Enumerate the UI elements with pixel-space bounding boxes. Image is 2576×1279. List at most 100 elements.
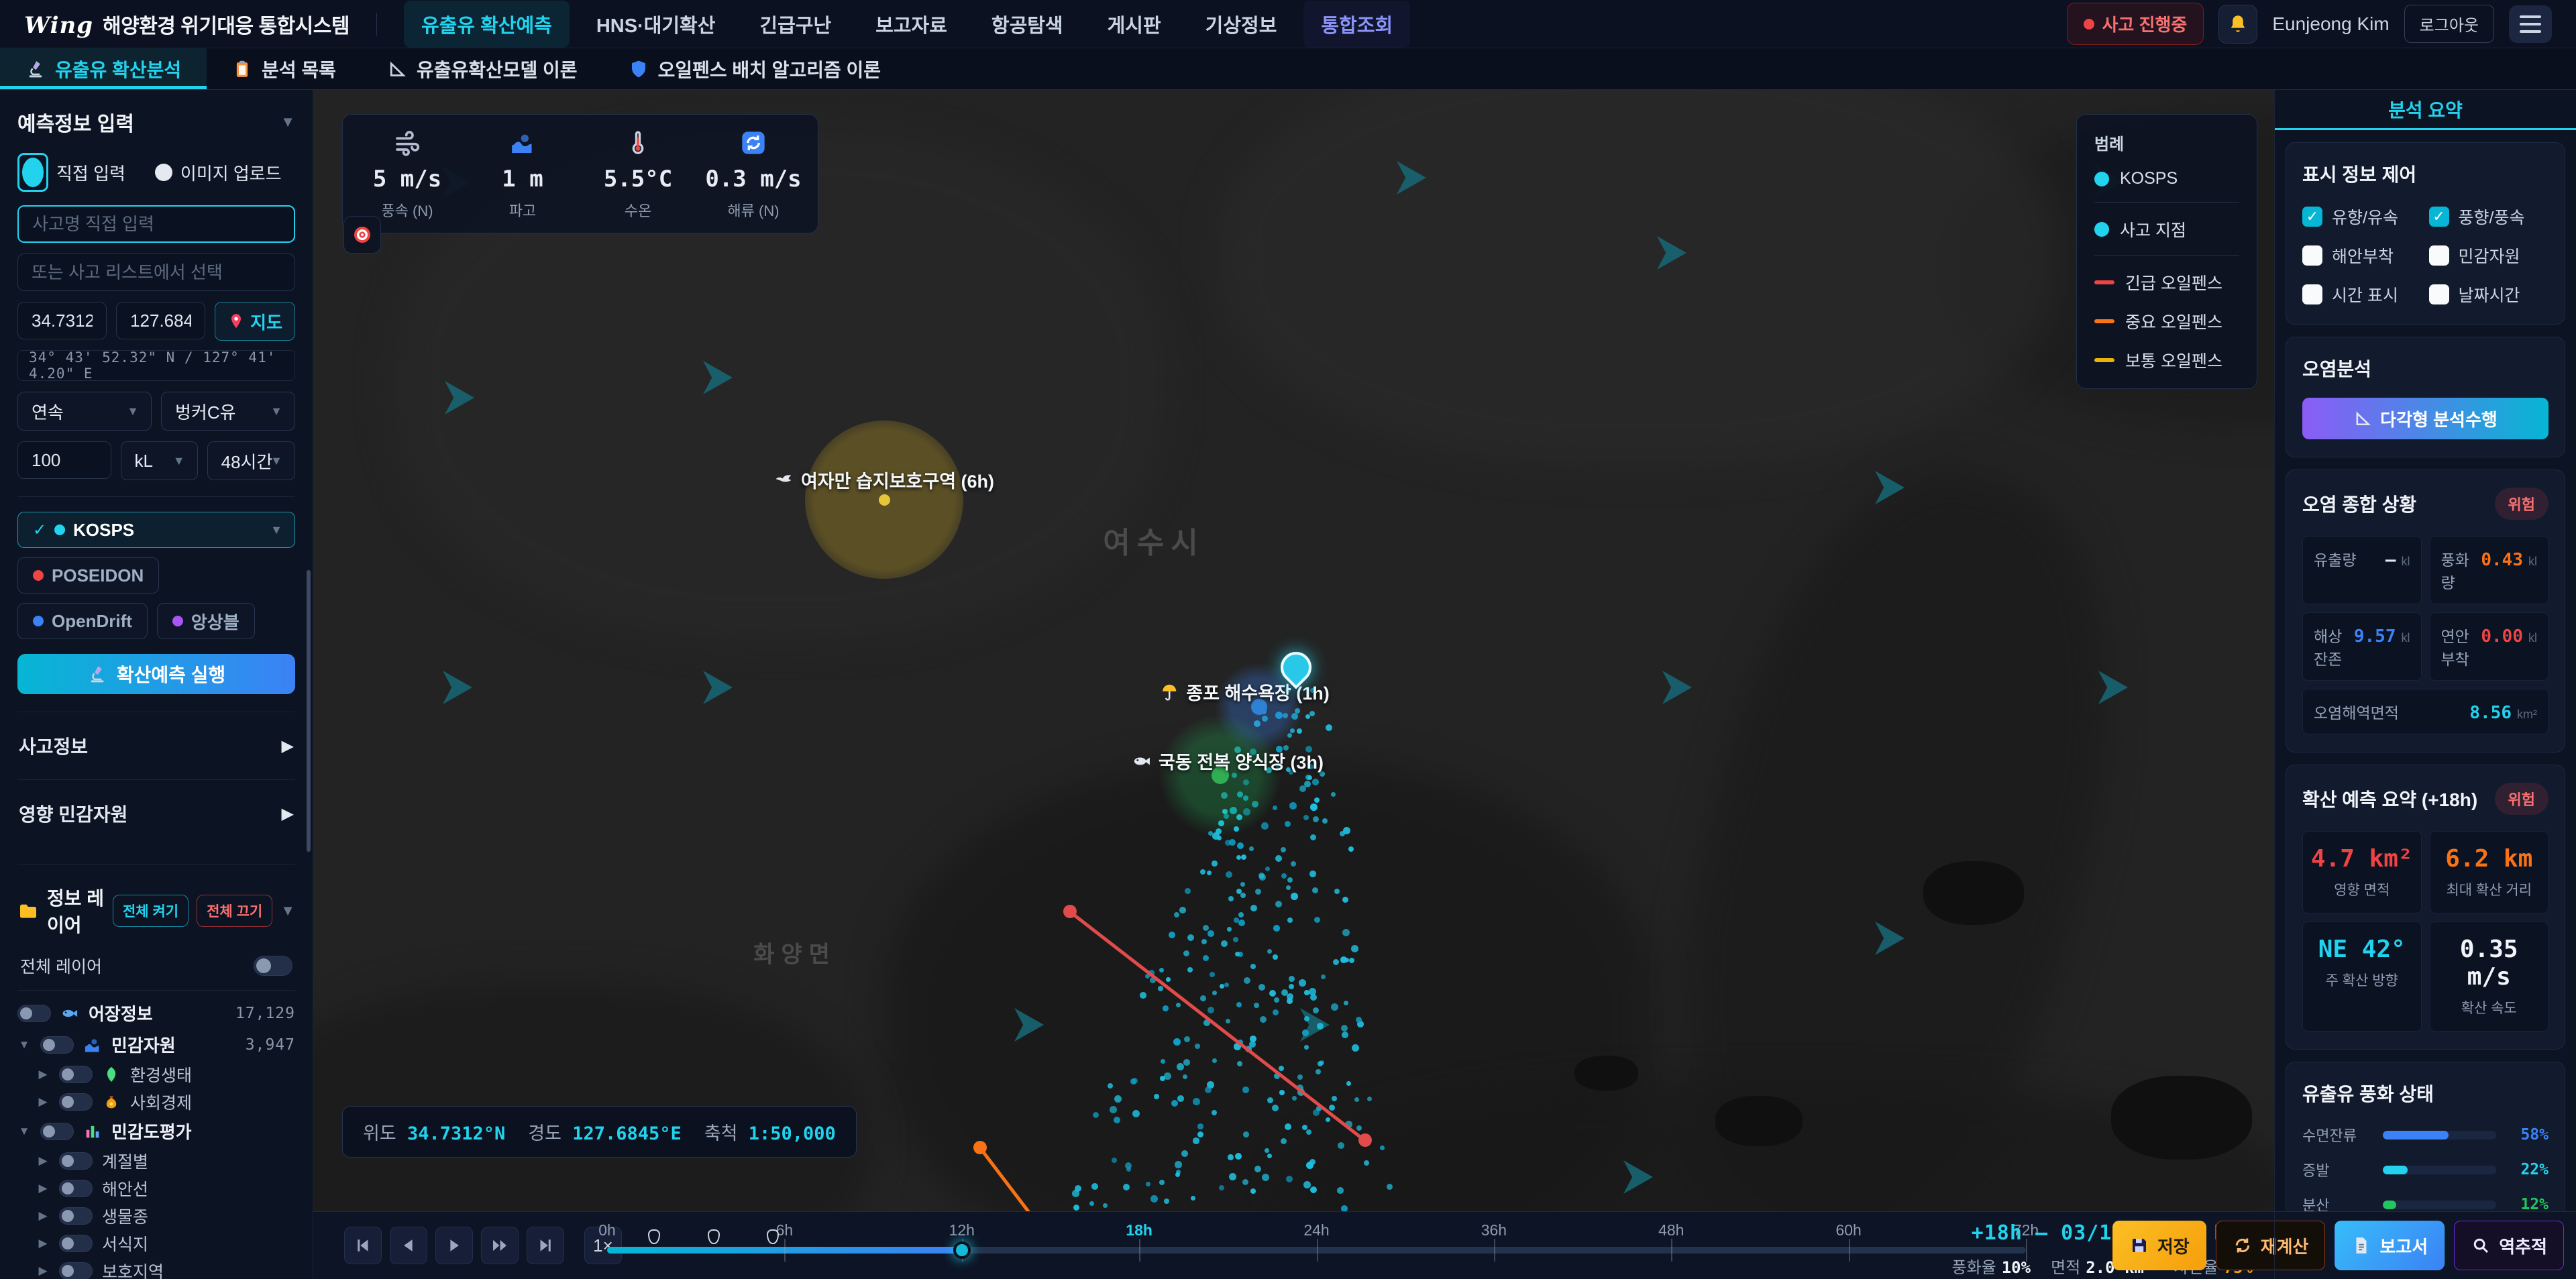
polygon-analysis-button[interactable]: 다각형 분석수행 [2302, 398, 2548, 439]
model-chip-OpenDrift[interactable]: OpenDrift [17, 603, 148, 639]
caret-icon[interactable]: ▶ [36, 1237, 50, 1250]
accident-info-section[interactable]: 사고정보▶ [17, 712, 295, 779]
layer-toggle[interactable] [59, 1093, 93, 1111]
display-checkbox-해안부착[interactable]: 해안부착 [2302, 243, 2422, 268]
fast-forward-button[interactable] [481, 1227, 519, 1264]
time-label-48h[interactable]: 48h [1658, 1221, 1684, 1239]
action-button-보고서[interactable]: 보고서 [2334, 1221, 2445, 1270]
nav-tab-항공탐색[interactable]: 항공탐색 [974, 1, 1081, 48]
display-checkbox-유향/유속[interactable]: ✓유향/유속 [2302, 205, 2422, 229]
farm-marker[interactable]: 국동 전복 양식장 (3h) [1132, 748, 1324, 774]
ruler-icon [387, 59, 407, 79]
caret-icon[interactable]: ▶ [36, 1095, 50, 1109]
run-prediction-button[interactable]: 확산예측 실행 [17, 654, 295, 694]
recenter-target-button[interactable] [343, 216, 381, 254]
nav-tab-긴급구난[interactable]: 긴급구난 [742, 1, 849, 48]
time-slider-thumb[interactable] [953, 1241, 971, 1259]
spill-mode-select[interactable]: 연속 [17, 392, 152, 431]
time-label-0h[interactable]: 0h [598, 1221, 616, 1239]
nav-tab-통합조회[interactable]: 통합조회 [1303, 1, 1410, 48]
model-chip-POSEIDON[interactable]: POSEIDON [17, 557, 159, 594]
fence-endpoint[interactable] [1358, 1133, 1372, 1147]
impact-resources-section[interactable]: 영향 민감자원▶ [17, 779, 295, 847]
thermometer-icon [625, 129, 651, 156]
caret-icon[interactable]: ▼ [17, 1038, 31, 1052]
skip-to-end-button[interactable] [527, 1227, 564, 1264]
layer-toggle[interactable] [40, 1036, 74, 1054]
menu-button[interactable] [2509, 5, 2552, 43]
notifications-button[interactable] [2218, 5, 2257, 44]
fence-deploy-marker-icon[interactable] [648, 1229, 660, 1244]
action-button-재계산[interactable]: 재계산 [2216, 1221, 2326, 1270]
all-layers-on-button[interactable]: 전체 켜기 [113, 895, 189, 927]
subtab-오일펜스 배치 알고리즘 이론[interactable]: 오일펜스 배치 알고리즘 이론 [603, 48, 906, 89]
skip-to-start-button[interactable] [344, 1227, 382, 1264]
layer-toggle[interactable] [59, 1235, 93, 1252]
master-layer-toggle[interactable] [254, 956, 292, 976]
model-chip-앙상블[interactable]: 앙상블 [157, 603, 255, 639]
nav-tab-게시판[interactable]: 게시판 [1090, 1, 1179, 48]
time-label-18h[interactable]: 18h [1126, 1221, 1152, 1239]
time-label-36h[interactable]: 36h [1481, 1221, 1507, 1239]
pick-on-map-button[interactable]: 지도 [215, 302, 295, 341]
fence-deploy-marker-icon[interactable] [767, 1229, 779, 1244]
nav-tab-HNS·대기확산[interactable]: HNS·대기확산 [579, 1, 733, 48]
nav-tab-보고자료[interactable]: 보고자료 [858, 1, 965, 48]
caret-icon[interactable]: ▶ [36, 1182, 50, 1195]
map-canvas[interactable]: 여수시화양면 여자만 습지보호구역 (6h) 종포 해수욕장 (1h) 국동 전… [313, 90, 2274, 1211]
fence-endpoint[interactable] [973, 1141, 987, 1154]
time-label-12h[interactable]: 12h [949, 1221, 975, 1239]
input-mode-radio-직접 입력[interactable]: 직접 입력 [17, 153, 125, 192]
display-checkbox-민감자원[interactable]: 민감자원 [2429, 243, 2549, 268]
time-label-60h[interactable]: 60h [1835, 1221, 1861, 1239]
incident-name-input[interactable] [17, 205, 295, 243]
latitude-input[interactable] [17, 302, 107, 339]
time-label-24h[interactable]: 24h [1303, 1221, 1329, 1239]
oil-particle [1312, 779, 1319, 785]
step-back-button[interactable] [390, 1227, 427, 1264]
layer-toggle[interactable] [59, 1262, 93, 1279]
model-chip-KOSPS[interactable]: ✓KOSPS [17, 512, 295, 548]
layer-toggle[interactable] [40, 1123, 74, 1140]
caret-icon[interactable]: ▶ [36, 1068, 50, 1081]
fence-endpoint[interactable] [1063, 905, 1077, 918]
subtab-분석 목록[interactable]: 분석 목록 [207, 48, 362, 89]
incident-list-input[interactable] [17, 254, 295, 291]
layer-toggle[interactable] [59, 1066, 93, 1083]
beach-marker[interactable]: 종포 해수욕장 (1h) [1159, 679, 1330, 705]
caret-icon[interactable]: ▶ [36, 1264, 50, 1278]
longitude-input[interactable] [116, 302, 205, 339]
predict-input-header[interactable]: 예측정보 입력 ▼ [17, 107, 295, 137]
action-button-저장[interactable]: 저장 [2112, 1221, 2206, 1270]
caret-icon[interactable]: ▼ [17, 1125, 31, 1138]
caret-icon[interactable]: ▶ [36, 1209, 50, 1223]
time-slider[interactable]: 0h6h12h18h24h36h48h60h72h [607, 1212, 2026, 1279]
layer-toggle[interactable] [59, 1207, 93, 1225]
layer-toggle[interactable] [59, 1180, 93, 1197]
amount-input[interactable] [17, 441, 111, 479]
current-arrow-icon [703, 671, 733, 704]
display-checkbox-풍향/풍속[interactable]: ✓풍향/풍속 [2429, 205, 2549, 229]
layer-toggle[interactable] [59, 1152, 93, 1170]
action-button-역추적[interactable]: 역추적 [2454, 1221, 2564, 1270]
subtab-유출유 확산분석[interactable]: 유출유 확산분석 [0, 48, 207, 89]
layer-toggle[interactable] [17, 1005, 51, 1022]
oil-particle [1305, 714, 1310, 719]
input-mode-radio-이미지 업로드[interactable]: 이미지 업로드 [155, 153, 282, 192]
caret-icon[interactable]: ▶ [36, 1154, 50, 1168]
subtab-유출유확산모델 이론[interactable]: 유출유확산모델 이론 [362, 48, 603, 89]
duration-select[interactable]: 48시간 [207, 441, 295, 480]
logout-button[interactable]: 로그아웃 [2404, 5, 2494, 43]
display-checkbox-시간 표시[interactable]: 시간 표시 [2302, 282, 2422, 307]
protection-zone-marker[interactable]: 여자만 습지보호구역 (6h) [774, 467, 994, 493]
play-button[interactable] [435, 1227, 473, 1264]
nav-tab-유출유 확산예측[interactable]: 유출유 확산예측 [404, 1, 570, 48]
display-checkbox-날짜시간[interactable]: 날짜시간 [2429, 282, 2549, 307]
oil-type-select[interactable]: 벙커C유 [161, 392, 295, 431]
sidebar-scrollbar[interactable] [307, 570, 311, 852]
unit-select[interactable]: kL [121, 441, 198, 480]
all-layers-off-button[interactable]: 전체 끄기 [197, 895, 272, 927]
fence-deploy-marker-icon[interactable] [708, 1229, 720, 1244]
nav-tab-기상정보[interactable]: 기상정보 [1188, 1, 1295, 48]
folder-icon [17, 900, 39, 922]
